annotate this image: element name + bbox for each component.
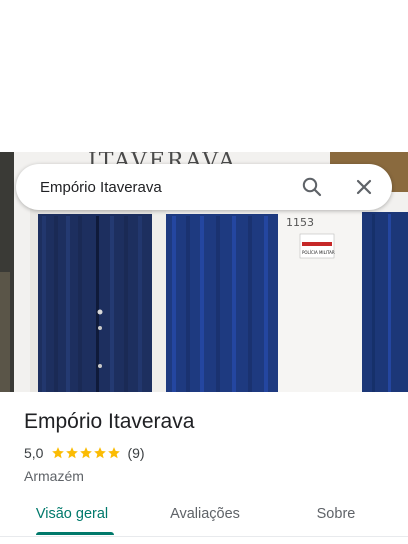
tab-overview[interactable]: Visão geral	[24, 492, 120, 536]
search-input[interactable]	[40, 178, 280, 196]
search-icon[interactable]	[300, 175, 324, 199]
rating-value: 5,0	[24, 445, 44, 461]
police-notice-plate: POLÍCIA MILITAR	[299, 233, 335, 259]
address-number: 1153	[286, 216, 314, 229]
reviews-count: (9)	[127, 445, 145, 461]
star-icon	[80, 447, 93, 459]
blank-top-area	[0, 0, 408, 152]
place-tabs: Visão geral Avaliações Sobre	[0, 492, 408, 536]
tab-reviews[interactable]: Avaliações	[150, 492, 260, 536]
star-icon	[108, 447, 121, 459]
place-category: Armazém	[24, 468, 84, 484]
rating-stars	[51, 446, 121, 460]
place-title: Empório Itaverava	[24, 410, 195, 433]
star-icon	[52, 447, 65, 459]
tabs-divider	[0, 536, 408, 537]
place-info: Empório Itaverava 5,0 (9) Armazém	[24, 408, 394, 484]
search-bar[interactable]	[16, 164, 392, 210]
right-door	[166, 214, 278, 392]
police-notice-text: POLÍCIA MILITAR	[302, 250, 335, 255]
left-door	[38, 214, 152, 392]
active-tab-indicator	[36, 532, 114, 535]
star-icon	[94, 447, 107, 459]
tab-about[interactable]: Sobre	[296, 492, 376, 536]
close-icon[interactable]	[352, 175, 376, 199]
rating-row[interactable]: 5,0 (9)	[24, 444, 394, 462]
star-icon	[66, 447, 79, 459]
